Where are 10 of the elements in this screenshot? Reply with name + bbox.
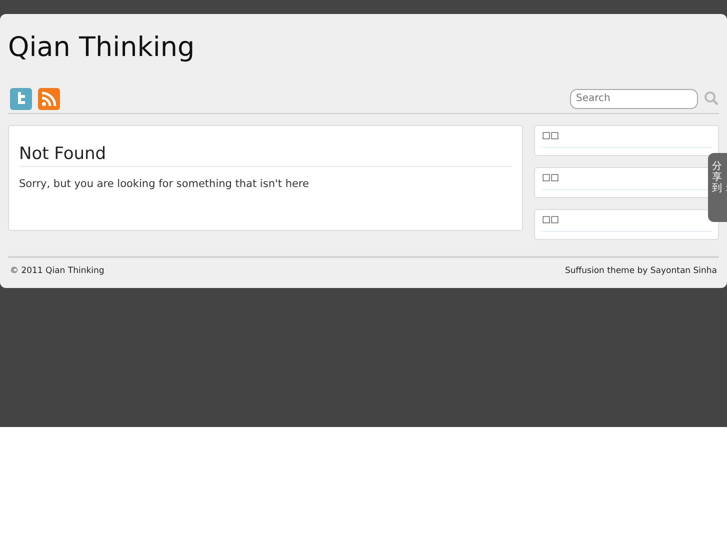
rss-icon[interactable] <box>38 88 60 110</box>
site-title[interactable]: Qian Thinking <box>8 14 719 84</box>
theme-credit: Suffusion theme by Sayontan Sinha <box>565 266 717 276</box>
post-text: Sorry, but you are looking for something that isn't here <box>19 178 310 190</box>
search-field[interactable]: Search <box>570 88 698 108</box>
bird-icon[interactable] <box>10 88 32 110</box>
widget-title: □□ <box>542 131 711 148</box>
copyright-text: © 2011 Qian Thinking <box>10 266 104 276</box>
search-icon[interactable] <box>704 91 719 106</box>
post-title: Not Found <box>19 144 512 167</box>
